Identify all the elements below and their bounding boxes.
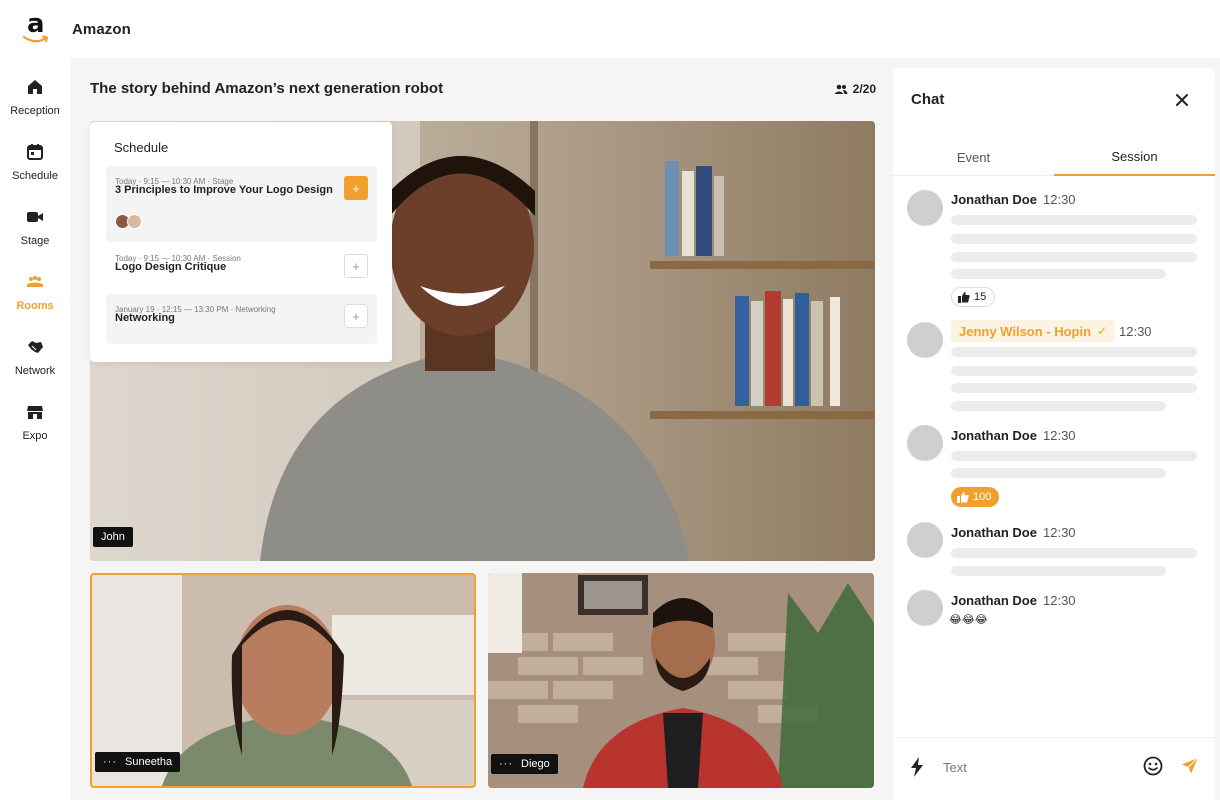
calendar-icon [27,144,43,160]
video-tile-diego[interactable]: ··· Diego [488,573,874,788]
chat-title: Chat [911,91,945,108]
more-options-icon[interactable]: ··· [103,756,117,768]
nav-item-schedule[interactable]: Schedule [0,141,70,201]
message-text-placeholder [951,269,1166,279]
message-author[interactable]: Jonathan Doe [951,593,1037,608]
schedule-title: Schedule [114,140,169,155]
add-to-schedule-button[interactable]: + [344,254,368,278]
reaction-count: 15 [974,291,987,303]
video-tile-name-tag: ··· Suneetha [95,752,181,772]
nav-item-label: Reception [10,105,60,117]
reaction-badge[interactable]: 100 [951,487,1000,507]
top-bar: a Amazon [0,0,1220,58]
nav-item-label: Rooms [16,300,54,312]
nav-item-rooms[interactable]: Rooms [0,271,70,331]
amazon-logo[interactable]: a [0,0,72,58]
thumbs-up-icon [957,491,969,503]
schedule-item[interactable]: Today · 9:15 — 10:30 AM · Session Logo D… [106,244,377,290]
nav-item-reception[interactable]: Reception [0,76,70,136]
reaction-count: 100 [973,491,992,503]
add-to-schedule-button[interactable]: + [344,176,368,200]
send-icon[interactable] [1181,757,1199,775]
handshake-icon [28,341,43,353]
message-text-placeholder [951,401,1166,411]
avatar[interactable] [907,322,943,358]
thumbs-up-icon [958,291,970,303]
tab-session[interactable]: Session [1054,138,1215,176]
nav-item-stage[interactable]: Stage [0,206,70,266]
left-nav: Reception Schedule Stage Rooms Network E… [0,58,70,800]
attendee-count[interactable]: 2/20 [834,82,876,96]
emoji-icon[interactable] [1143,756,1163,776]
nav-item-network[interactable]: Network [0,336,70,396]
message-author-highlighted[interactable]: Jenny Wilson - Hopin ✓ [951,320,1116,342]
main-video-name-tag: John [93,527,133,547]
attendee-count-label: 2/20 [852,82,876,96]
verified-check-icon: ✓ [1097,324,1108,338]
participant-name: Diego [521,758,550,770]
video-tile-name-tag: ··· Diego [491,754,558,774]
chat-input[interactable] [943,757,1133,777]
video-camera-icon [27,212,43,222]
storefront-icon [27,406,43,419]
smile-arrow-icon [22,35,48,43]
nav-item-label: Expo [22,430,48,442]
schedule-item-name: Logo Design Critique [115,261,227,273]
message-text-placeholder [951,215,1197,225]
lightning-icon[interactable] [910,757,924,777]
message-text-placeholder [951,234,1197,244]
message-time: 12:30 [1043,192,1076,207]
app-title: Amazon [72,20,131,38]
participant-name: Suneetha [125,756,173,768]
message-time: 12:30 [1043,525,1076,540]
chat-tabs: Event Session [893,138,1215,176]
chat-composer [893,737,1215,797]
people-icon [834,84,848,94]
tab-event[interactable]: Event [893,138,1054,176]
nav-item-label: Schedule [12,170,58,182]
nav-item-label: Network [14,365,56,377]
message-time: 12:30 [1043,428,1076,443]
home-icon [28,80,42,94]
schedule-item-name: Networking [115,312,175,324]
message-time: 12:30 [1043,593,1076,608]
message-text-placeholder [951,468,1166,478]
message-author[interactable]: Jonathan Doe [951,525,1037,540]
close-icon[interactable] [1173,91,1191,109]
rooms-icon [27,276,43,287]
message-time: 12:30 [1119,324,1152,339]
message-author[interactable]: Jonathan Doe [951,428,1037,443]
avatar [127,214,142,229]
session-title: The story behind Amazon’s next generatio… [90,80,444,97]
video-tile-suneetha[interactable]: ··· Suneetha [90,573,476,788]
schedule-item-name: 3 Principles to Improve Your Logo Design [115,184,333,196]
avatar[interactable] [907,425,943,461]
message-author: Jenny Wilson - Hopin [959,323,1092,339]
attendee-avatars [115,214,142,229]
message-text-placeholder [951,252,1197,262]
chat-panel: Chat Event Session Jonathan Doe 12:30 15… [893,68,1215,800]
message-text-placeholder [951,383,1197,393]
message-text-placeholder [951,548,1197,558]
avatar[interactable] [907,190,943,226]
message-author[interactable]: Jonathan Doe [951,192,1037,207]
message-text: 😂😂😂 [949,614,988,626]
message-text-placeholder [951,451,1197,461]
add-to-schedule-button[interactable]: + [344,304,368,328]
participant-name: John [101,531,125,543]
message-text-placeholder [951,566,1166,576]
message-text-placeholder [951,366,1197,376]
nav-item-expo[interactable]: Expo [0,401,70,461]
reaction-badge[interactable]: 15 [951,287,996,307]
schedule-item[interactable]: Today · 9:15 — 10:30 AM · Stage 3 Princi… [106,166,377,242]
avatar[interactable] [907,590,943,626]
nav-item-label: Stage [20,235,50,247]
avatar[interactable] [907,522,943,558]
message-text-placeholder [951,347,1197,357]
more-options-icon[interactable]: ··· [499,758,513,770]
schedule-panel: Schedule Today · 9:15 — 10:30 AM · Stage… [90,122,392,362]
schedule-item[interactable]: January 19 · 12:15 — 13:30 PM · Networki… [106,294,377,344]
